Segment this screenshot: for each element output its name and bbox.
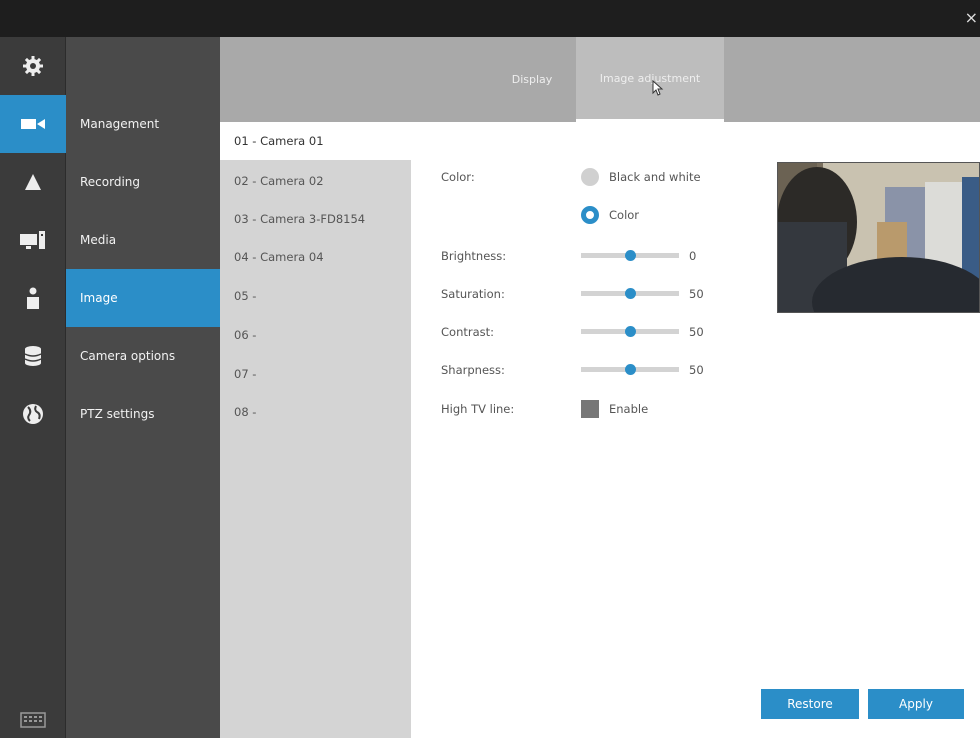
radio-black-and-white-label: Black and white — [609, 170, 701, 184]
user-icon — [27, 287, 39, 309]
brightness-label: Brightness: — [441, 249, 507, 263]
camera-preview-image — [777, 162, 980, 313]
globe-icon — [23, 404, 43, 424]
monitor-icon — [20, 231, 45, 249]
settings-menu: Management Recording Media Image Camera … — [66, 37, 220, 738]
saturation-value: 50 — [689, 287, 704, 301]
camera-item-01[interactable]: 01 - Camera 01 — [220, 122, 415, 160]
menu-item-recording[interactable]: Recording — [66, 153, 220, 211]
sharpness-slider[interactable] — [581, 364, 679, 375]
saturation-label: Saturation: — [441, 287, 505, 301]
title-bar: × — [0, 0, 980, 37]
brightness-value: 0 — [689, 249, 697, 263]
color-label: Color: — [441, 170, 475, 184]
sidebar-icon-user[interactable] — [0, 269, 66, 327]
high-tv-line-checkbox[interactable] — [581, 400, 599, 418]
image-settings-panel: Color: Black and white Color Brightness:… — [411, 122, 980, 738]
menu-item-image[interactable]: Image — [66, 269, 220, 327]
camera-item-04[interactable]: 04 - Camera 04 — [220, 238, 411, 276]
radio-color[interactable] — [581, 206, 599, 224]
radio-color-label: Color — [609, 208, 640, 222]
camera-item-07[interactable]: 07 - — [220, 355, 411, 393]
sidebar-icon-network[interactable] — [0, 385, 66, 443]
sidebar-icon-storage[interactable] — [0, 327, 66, 385]
camera-list: 01 - Camera 01 02 - Camera 02 03 - Camer… — [220, 122, 415, 738]
camera-item-03[interactable]: 03 - Camera 3-FD8154 — [220, 200, 411, 238]
mouse-cursor-icon — [652, 80, 664, 96]
saturation-slider-knob[interactable] — [625, 288, 636, 299]
sharpness-value: 50 — [689, 363, 704, 377]
close-icon[interactable]: × — [965, 8, 978, 27]
tab-bar: Display Image adjustment — [220, 37, 980, 122]
sidebar-icon-alert[interactable] — [0, 153, 66, 211]
gear-icon — [23, 56, 43, 76]
camera-item-06[interactable]: 06 - — [220, 316, 411, 354]
camera-icon — [21, 119, 45, 129]
radio-black-and-white[interactable] — [581, 168, 599, 186]
contrast-label: Contrast: — [441, 325, 495, 339]
sharpness-slider-knob[interactable] — [625, 364, 636, 375]
menu-item-ptz-settings[interactable]: PTZ settings — [66, 385, 220, 443]
sidebar-icon-settings[interactable] — [0, 37, 66, 95]
high-tv-line-label: High TV line: — [441, 402, 515, 416]
brightness-slider[interactable] — [581, 250, 679, 261]
brightness-slider-knob[interactable] — [625, 250, 636, 261]
high-tv-line-option-label: Enable — [609, 402, 649, 416]
restore-button[interactable]: Restore — [761, 689, 859, 719]
camera-item-08[interactable]: 08 - — [220, 393, 411, 431]
keyboard-icon[interactable] — [20, 709, 46, 731]
contrast-value: 50 — [689, 325, 704, 339]
icon-sidebar — [0, 37, 66, 738]
camera-item-02[interactable]: 02 - Camera 02 — [220, 162, 411, 200]
database-icon — [24, 346, 42, 366]
saturation-slider[interactable] — [581, 288, 679, 299]
contrast-slider[interactable] — [581, 326, 679, 337]
sidebar-icon-monitor[interactable] — [0, 211, 66, 269]
tab-image-adjustment[interactable]: Image adjustment — [576, 37, 724, 122]
sharpness-label: Sharpness: — [441, 363, 505, 377]
apply-button[interactable]: Apply — [868, 689, 964, 719]
menu-item-media[interactable]: Media — [66, 211, 220, 269]
menu-item-management[interactable]: Management — [66, 95, 220, 153]
menu-item-camera-options[interactable]: Camera options — [66, 327, 220, 385]
sidebar-icon-camera[interactable] — [0, 95, 66, 153]
alert-icon — [25, 174, 41, 190]
contrast-slider-knob[interactable] — [625, 326, 636, 337]
camera-item-05[interactable]: 05 - — [220, 277, 411, 315]
tab-display[interactable]: Display — [490, 37, 574, 122]
